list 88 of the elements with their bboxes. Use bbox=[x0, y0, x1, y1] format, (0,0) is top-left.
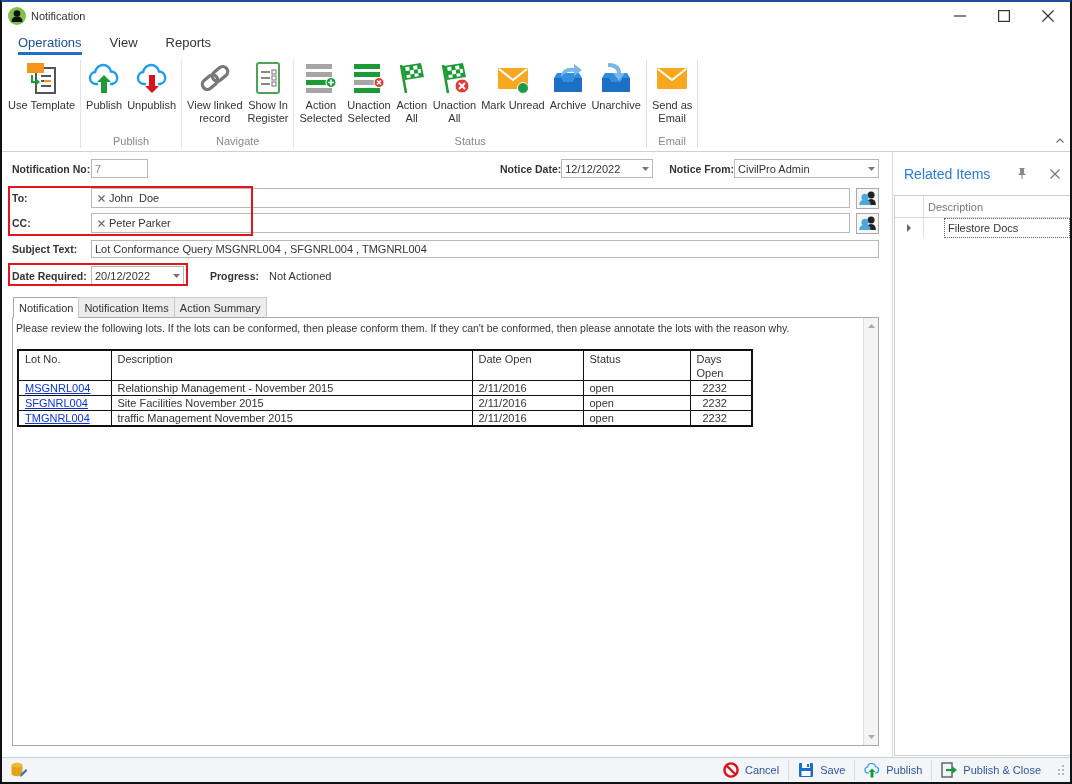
table-cell: open bbox=[583, 380, 690, 396]
recipient-token[interactable]: John Doe bbox=[95, 192, 160, 204]
tree-row[interactable]: Filestore Docs bbox=[944, 218, 1070, 238]
column-header: Description bbox=[111, 350, 472, 381]
list-remove-icon bbox=[353, 62, 385, 94]
remove-icon[interactable] bbox=[98, 219, 105, 227]
tab[interactable]: Notification Items bbox=[78, 297, 175, 318]
dropdown-field[interactable]: CivilPro Admin bbox=[734, 159, 879, 178]
tab[interactable]: Action Summary bbox=[173, 297, 267, 318]
action-all-button[interactable]: Action All bbox=[393, 60, 430, 134]
cloud-upload-icon bbox=[864, 762, 881, 778]
exit-arrow-icon bbox=[941, 762, 958, 778]
dropdown-caret-icon[interactable] bbox=[173, 273, 180, 278]
field-label: Notice Date: bbox=[499, 162, 562, 175]
table-cell: Relationship Management - November 2015 bbox=[111, 380, 472, 396]
table-cell: open bbox=[583, 395, 690, 411]
show-register-button[interactable]: Show In Register bbox=[245, 60, 291, 134]
ribbon-tab[interactable]: Operations bbox=[18, 35, 82, 55]
person-icon bbox=[8, 7, 26, 25]
view-linked-button[interactable]: View linked record bbox=[185, 60, 245, 134]
expand-arrow-icon[interactable] bbox=[907, 224, 911, 232]
column-header: Date Open bbox=[472, 350, 583, 381]
send-email-button[interactable]: Send as Email bbox=[649, 60, 695, 134]
window-title: Notification bbox=[31, 10, 86, 22]
unarchive-button[interactable]: Unarchive bbox=[589, 60, 643, 134]
unaction-selected-button[interactable]: Unaction Selected bbox=[345, 60, 393, 134]
group-label: Navigate bbox=[215, 134, 261, 148]
group-label: Email bbox=[657, 134, 687, 148]
publish-button[interactable]: Publish bbox=[855, 759, 932, 781]
people-icon bbox=[858, 216, 877, 230]
number-field[interactable]: 7 bbox=[91, 159, 148, 178]
pin-icon[interactable] bbox=[1018, 168, 1026, 179]
subject-field[interactable]: Lot Conformance Query MSGNRL004 , SFGNRL004 , TMGNRL004 bbox=[91, 240, 879, 258]
chevron-up-icon[interactable] bbox=[1056, 138, 1064, 143]
cloud-download-icon bbox=[135, 62, 168, 94]
prohibited-icon bbox=[722, 762, 739, 778]
cancel-button[interactable]: Cancel bbox=[713, 759, 789, 781]
ribbon-tab[interactable]: Reports bbox=[165, 35, 212, 55]
mark-unread-button[interactable]: Mark Unread bbox=[479, 60, 547, 134]
chain-link-icon bbox=[198, 62, 231, 94]
select-people-button[interactable] bbox=[856, 212, 879, 234]
dropdown-caret-icon[interactable] bbox=[642, 166, 650, 171]
group-label: Status bbox=[453, 134, 487, 148]
select-people-button[interactable] bbox=[856, 187, 879, 209]
recipient-token[interactable]: Peter Parker bbox=[95, 217, 171, 229]
panel-title: Related Items bbox=[904, 165, 991, 182]
close-icon[interactable] bbox=[1050, 168, 1060, 179]
field-label: Notification No: bbox=[12, 162, 91, 175]
tray-arrow-out-icon bbox=[552, 62, 585, 94]
column-header: Lot No. bbox=[18, 350, 111, 381]
ribbon-tab[interactable]: View bbox=[109, 35, 138, 55]
close-icon bbox=[1042, 10, 1054, 22]
column-header: Description bbox=[927, 199, 984, 215]
cloud-upload-icon bbox=[88, 62, 121, 94]
field-label: Date Required: bbox=[12, 269, 88, 282]
field-label: Progress: bbox=[210, 269, 260, 282]
dropdown-caret-icon[interactable] bbox=[868, 166, 875, 171]
date-field[interactable]: 12/12/2022 bbox=[561, 159, 654, 178]
field-label: Subject Text: bbox=[12, 243, 79, 255]
list-add-icon bbox=[304, 62, 337, 94]
column-header: Status bbox=[583, 350, 690, 381]
recipients-field[interactable]: John Doe bbox=[91, 188, 850, 208]
archive-button[interactable]: Archive bbox=[547, 60, 589, 134]
database-pencil-icon[interactable] bbox=[11, 762, 27, 778]
remove-icon[interactable] bbox=[98, 194, 105, 202]
group-label: Publish bbox=[112, 134, 151, 148]
recipients-field[interactable]: Peter Parker bbox=[91, 213, 850, 233]
table-cell: Site Facilities November 2015 bbox=[111, 395, 472, 411]
tab[interactable]: Notification bbox=[13, 297, 80, 318]
maximize-icon bbox=[998, 10, 1010, 22]
publish-close-button[interactable]: Publish & Close bbox=[932, 759, 1050, 781]
table-cell: 2/11/2016 bbox=[472, 395, 583, 411]
table-cell: 2/11/2016 bbox=[472, 380, 583, 396]
field-label: CC: bbox=[12, 217, 32, 229]
people-icon bbox=[858, 191, 877, 205]
action-selected-button[interactable]: Action Selected bbox=[297, 60, 345, 134]
resize-grip-icon[interactable] bbox=[1058, 765, 1064, 775]
unaction-all-button[interactable]: Unaction All bbox=[430, 60, 479, 134]
save-button[interactable]: Save bbox=[789, 759, 855, 781]
use-template-button[interactable]: Use Template bbox=[6, 60, 78, 134]
field-label: To: bbox=[12, 192, 29, 204]
field-label: Notice From: bbox=[669, 162, 734, 175]
publish-button[interactable]: Publish bbox=[84, 60, 125, 134]
message-text: Please review the following lots. If the lots can be conformed, then please conform them. If they can't be conformed, then please annotate the lots with the reason why. bbox=[16, 322, 791, 335]
template-icon bbox=[25, 62, 58, 94]
tray-arrow-in-icon bbox=[600, 62, 633, 94]
progress-value: Not Actioned bbox=[269, 269, 332, 282]
unpublish-button[interactable]: Unpublish bbox=[125, 60, 179, 134]
